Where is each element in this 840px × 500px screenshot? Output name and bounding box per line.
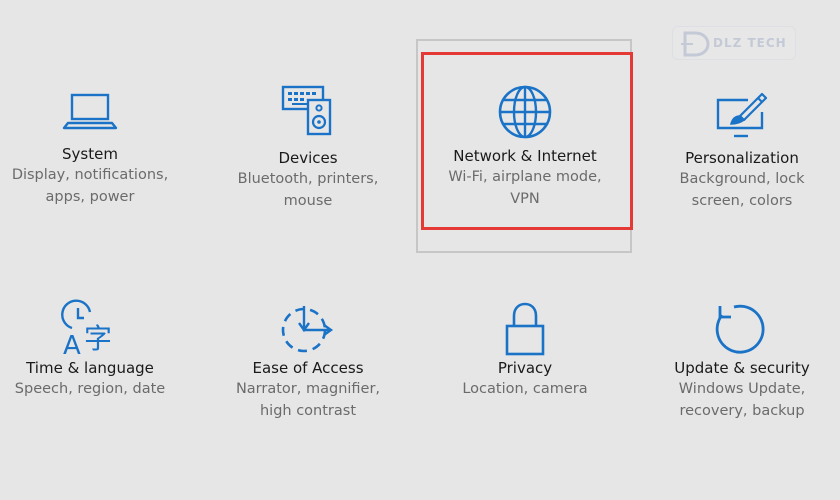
tile-devices[interactable]: Devices Bluetooth, printers, mouse (200, 84, 416, 212)
laptop-icon (0, 90, 198, 134)
tile-title: Network & Internet (453, 147, 597, 165)
tile-title: Time & language (26, 359, 154, 377)
tile-ease-of-access[interactable]: Ease of Access Narrator, magnifier, high… (200, 302, 416, 422)
time-language-icon: A 字 (0, 299, 198, 361)
tile-network-internet[interactable]: Network & Internet Wi-Fi, airplane mode,… (417, 84, 633, 210)
tile-description: Bluetooth, printers, mouse (237, 171, 379, 209)
tile-title: Ease of Access (252, 359, 364, 377)
tile-title: System (62, 145, 118, 163)
tile-personalization[interactable]: Personalization Background, lock screen,… (634, 90, 840, 212)
ease-of-access-icon (200, 302, 416, 356)
tile-description: Narrator, magnifier, high contrast (235, 381, 381, 419)
tile-privacy[interactable]: Privacy Location, camera (417, 302, 633, 400)
tile-description: Display, notifications, apps, power (11, 167, 169, 205)
tile-title: Update & security (674, 359, 810, 377)
tile-description: Windows Update, recovery, backup (678, 381, 806, 419)
watermark-logo: DLZ TECH (672, 26, 796, 60)
svg-text:字: 字 (84, 322, 112, 355)
tile-system[interactable]: System Display, notifications, apps, pow… (0, 90, 198, 208)
tile-time-language[interactable]: A 字 Time & language Speech, region, date (0, 299, 198, 400)
svg-text:A: A (63, 331, 81, 361)
tile-description: Background, lock screen, colors (679, 171, 805, 209)
update-icon (634, 302, 840, 356)
tile-description: Speech, region, date (14, 381, 166, 397)
tile-description: Location, camera (462, 381, 588, 397)
settings-home: DLZ TECH System Display, notifications, … (0, 0, 840, 500)
tile-description: Wi-Fi, airplane mode, VPN (448, 169, 602, 207)
tile-update-security[interactable]: Update & security Windows Update, recove… (634, 302, 840, 422)
globe-icon (417, 84, 633, 140)
tile-title: Personalization (685, 149, 799, 167)
devices-icon (200, 84, 416, 138)
tile-title: Privacy (497, 359, 553, 377)
paint-icon (634, 90, 840, 138)
tile-title: Devices (278, 149, 338, 167)
lock-icon (417, 302, 633, 356)
watermark-d-icon (681, 31, 710, 57)
